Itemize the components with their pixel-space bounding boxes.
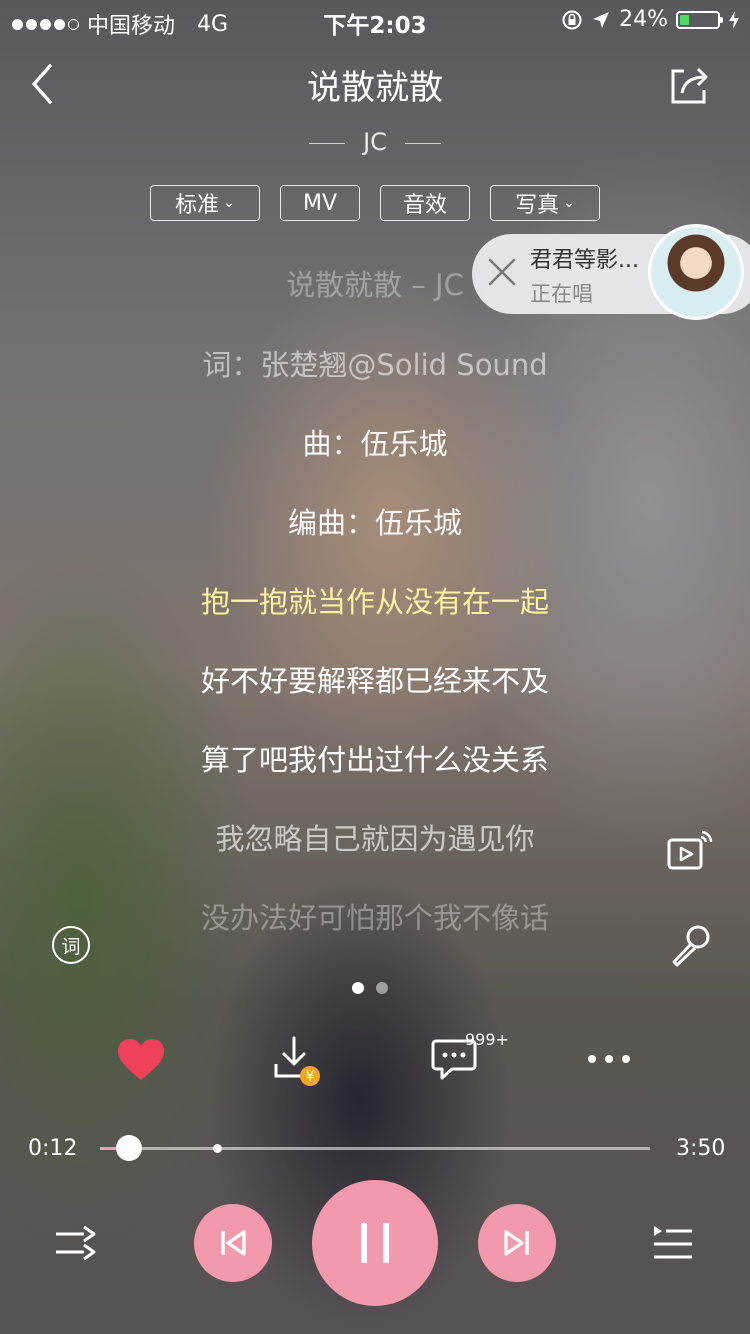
lyric-line: 算了吧我付出过什么没关系 [200, 743, 549, 777]
quality-button[interactable]: 标准 ⌄ [150, 185, 260, 221]
lyric-line: 好不好要解释都已经来不及 [200, 664, 549, 698]
action-row: ¥ 999+ [0, 1030, 750, 1090]
lyric-line-active: 抱一抱就当作从没有在一起 [200, 585, 549, 619]
chevron-down-icon: ⌄ [563, 195, 575, 211]
battery-icon [676, 10, 723, 29]
status-bar: 中国移动 4G 下午2:03 24% [0, 0, 750, 40]
svg-text:¥: ¥ [306, 1069, 315, 1085]
lyric-line: 曲：伍乐城 [302, 427, 448, 461]
pause-icon [361, 1223, 389, 1263]
like-heart-icon[interactable] [116, 1038, 166, 1082]
cast-screen-icon[interactable] [666, 828, 714, 874]
buffer-marker [212, 1144, 222, 1153]
mv-button[interactable]: MV [280, 185, 360, 221]
battery-percent: 24% [619, 7, 668, 32]
progress-knob[interactable] [115, 1135, 142, 1161]
location-arrow-icon [593, 11, 610, 28]
chevron-down-icon: ⌄ [223, 195, 235, 211]
lyric-line: 词：张楚翘@Solid Sound [202, 348, 548, 382]
more-options-icon[interactable] [584, 1052, 634, 1066]
previous-track-button[interactable] [194, 1204, 272, 1282]
lyrics-toggle-icon[interactable]: 词 [52, 926, 90, 964]
elapsed-time: 0:12 [28, 1136, 78, 1161]
shuffle-icon[interactable] [54, 1224, 98, 1262]
share-icon[interactable] [668, 62, 712, 106]
playlist-icon[interactable] [652, 1224, 694, 1262]
total-duration: 3:50 [676, 1136, 726, 1161]
pause-button[interactable] [312, 1180, 438, 1306]
previous-icon [221, 1230, 246, 1256]
orientation-lock-icon [562, 10, 582, 29]
sound-effect-button[interactable]: 音效 [380, 185, 470, 221]
lyric-line: 说散就散 – JC [286, 268, 464, 302]
photo-button[interactable]: 写真 ⌄ [490, 185, 600, 221]
lyric-line: 我忽略自己就因为遇见你 [215, 822, 535, 856]
microphone-icon[interactable] [668, 924, 712, 968]
page-indicator [352, 982, 388, 994]
charging-bolt-icon [729, 10, 739, 29]
lyric-line: 编曲：伍乐城 [287, 506, 462, 540]
playback-options: 标准 ⌄ MV 音效 写真 ⌄ [150, 185, 600, 221]
lyric-line: 没办法好可怕那个我不像话 [200, 901, 549, 935]
song-title: 说散就散 [307, 68, 443, 108]
next-icon [504, 1230, 529, 1256]
progress-bar[interactable] [100, 1135, 650, 1161]
download-icon[interactable]: ¥ [272, 1036, 322, 1088]
next-track-button[interactable] [478, 1204, 556, 1282]
artist-name[interactable]: JC [0, 128, 750, 156]
comment-count-badge: 999+ [465, 1030, 509, 1049]
